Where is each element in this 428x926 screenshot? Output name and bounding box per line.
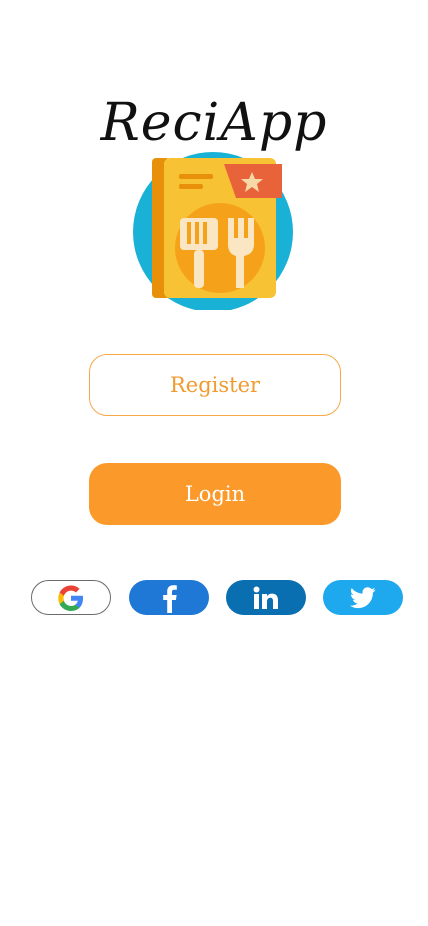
twitter-icon — [350, 586, 376, 609]
twitter-login-button[interactable] — [323, 580, 403, 615]
linkedin-icon — [253, 586, 279, 610]
app-title: ReciApp — [100, 93, 328, 153]
login-button[interactable]: Login — [89, 463, 341, 525]
google-icon — [53, 580, 89, 616]
facebook-login-button[interactable] — [129, 580, 209, 615]
recipe-book-logo — [124, 150, 304, 312]
linkedin-login-button[interactable] — [226, 580, 306, 615]
google-login-button[interactable] — [31, 580, 111, 615]
facebook-icon — [159, 583, 179, 613]
register-button[interactable]: Register — [89, 354, 341, 416]
